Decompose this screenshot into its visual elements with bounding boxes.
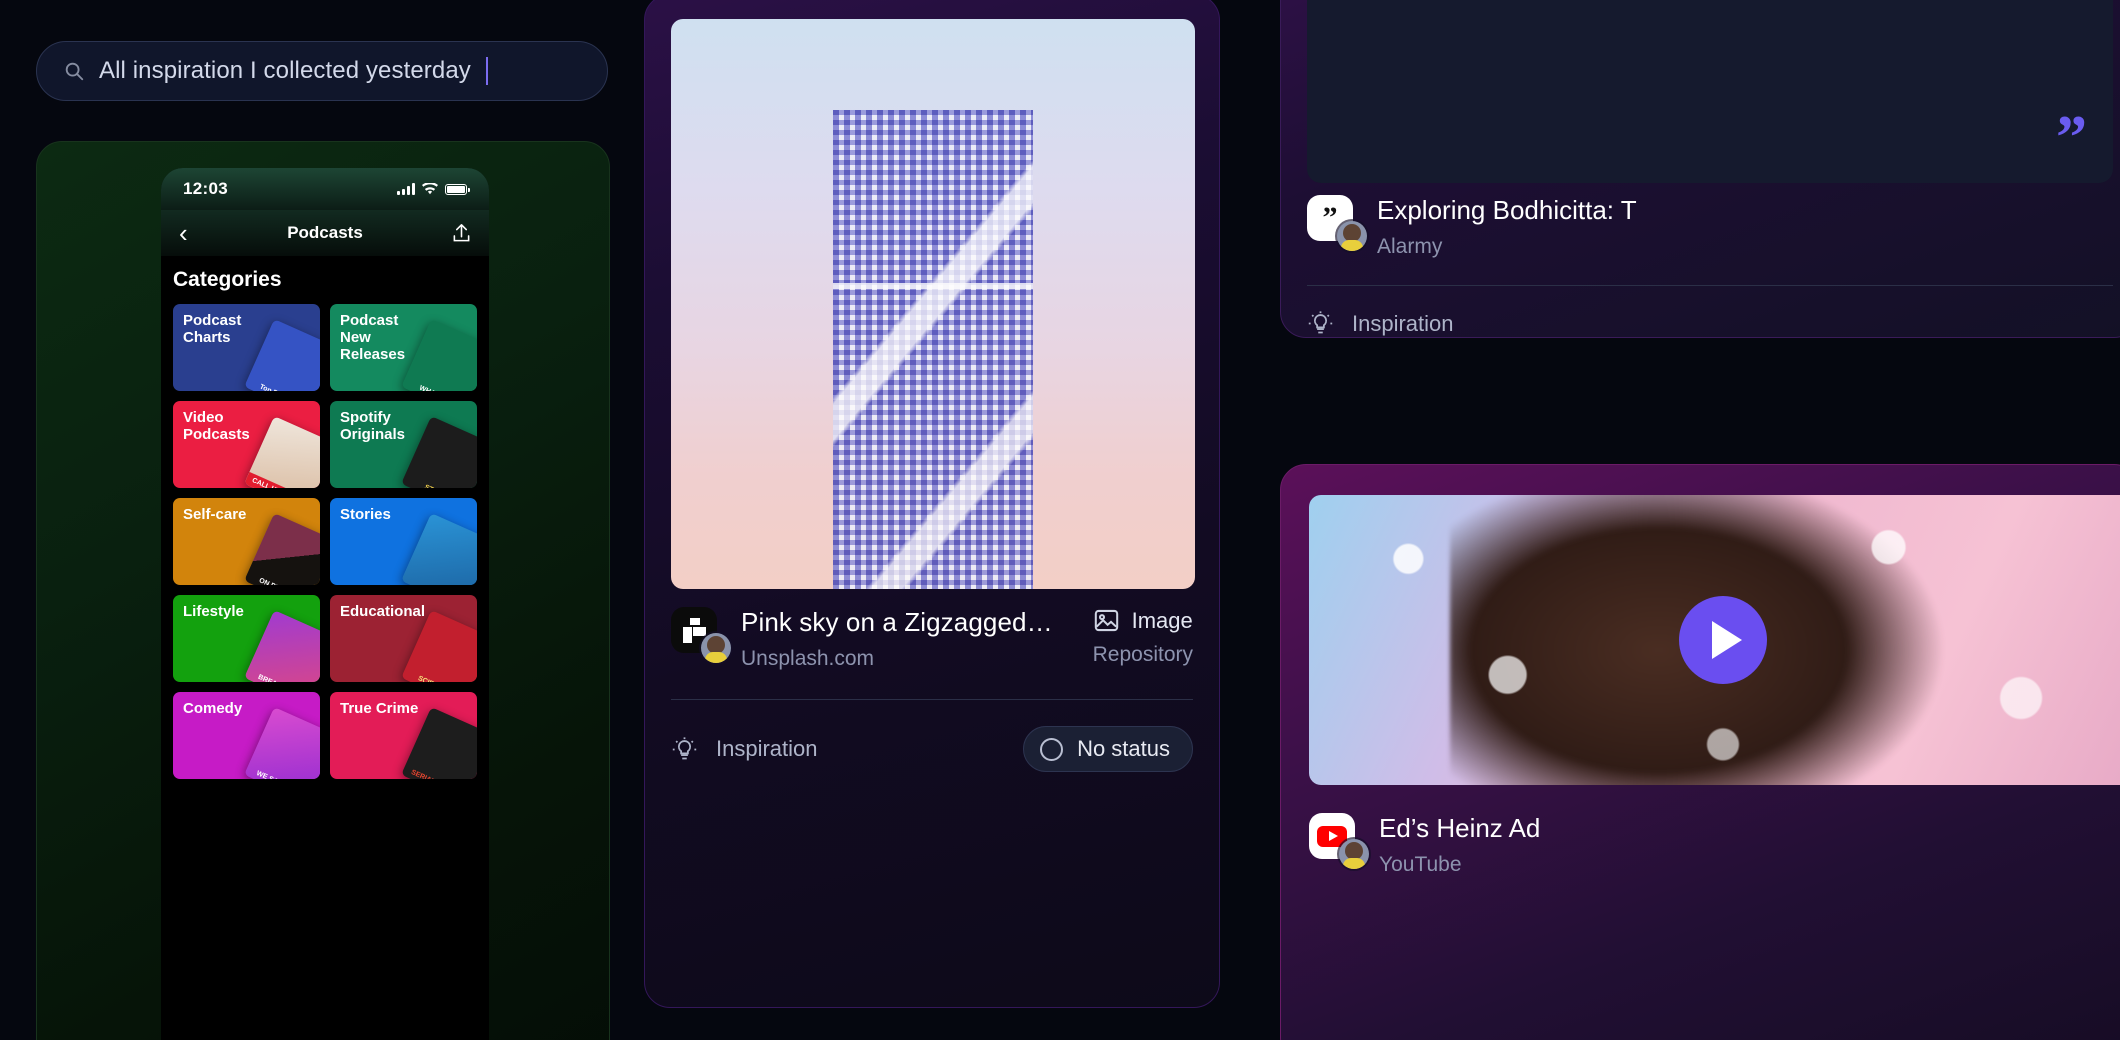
card-tag-label: Inspiration — [716, 736, 818, 761]
quote-block: you all to come to my b bigger thought t… — [1307, 0, 2113, 183]
card-type: Image Repository — [1077, 607, 1193, 667]
category-label: Spotify Originals — [340, 409, 406, 443]
text-caret — [485, 57, 488, 85]
divider — [1307, 285, 2113, 286]
artwork-caption: BREAK DOWN — [244, 666, 317, 682]
battery-icon — [445, 184, 470, 195]
card-source: Unsplash.com — [741, 647, 875, 670]
category-tile[interactable]: Podcast New Releases WHAT NOW — [330, 304, 477, 391]
artwork-caption — [401, 575, 471, 585]
phone-content: Categories Podcast Charts Top Podcasts P… — [161, 256, 489, 1040]
category-label: Comedy — [183, 700, 243, 717]
left-column: All inspiration I collected yesterday 12… — [0, 0, 628, 1040]
card-tag[interactable]: Inspiration — [671, 736, 818, 763]
category-artwork: WE SAID WHAT — [244, 707, 320, 779]
artwork-caption: CALL HER DADDY — [244, 471, 318, 488]
signal-icon — [397, 183, 415, 195]
card-title: Ed’s Heinz Ad — [1379, 813, 1541, 843]
status-time: 12:03 — [183, 179, 228, 198]
artwork-caption: ON PURPOSE — [244, 569, 317, 585]
artwork-caption: WHAT NOW — [401, 375, 474, 391]
category-tile[interactable]: Self-care ON PURPOSE — [173, 498, 320, 585]
card-youtube-video[interactable]: Ed’s Heinz Ad YouTube — [1280, 464, 2120, 1040]
card-spotify-podcasts[interactable]: 12:03 ‹ Podcasts Categories Podcast Char… — [36, 141, 610, 1040]
phone-status-bar: 12:03 — [161, 168, 489, 210]
status-badge[interactable]: No status — [1023, 726, 1193, 772]
skyscraper-photo — [671, 19, 1195, 589]
card-image[interactable] — [671, 19, 1195, 589]
app-canvas: All inspiration I collected yesterday 12… — [0, 0, 2120, 1040]
card-tag[interactable]: Inspiration — [1307, 310, 2113, 337]
card-source: YouTube — [1379, 853, 1462, 876]
artwork-caption: Top Podcasts — [244, 375, 317, 391]
card-metadata: ” Exploring Bodhicitta: T Alarmy Inspira… — [1307, 195, 2113, 337]
category-label: Podcast New Releases — [340, 312, 406, 363]
artwork-caption: STOLEN — [401, 472, 474, 488]
category-tile[interactable]: Podcast Charts Top Podcasts — [173, 304, 320, 391]
video-thumbnail[interactable] — [1309, 495, 2120, 785]
image-icon — [1094, 609, 1118, 632]
artwork-caption: SCIENCE VS — [401, 666, 474, 682]
lightbulb-icon — [672, 736, 697, 759]
source-identity — [671, 607, 731, 663]
skyscraper-shape — [833, 110, 1033, 589]
category-label: Self-care — [183, 506, 247, 523]
category-label: True Crime — [340, 700, 419, 717]
card-tag-label: Inspiration — [1352, 310, 1454, 336]
phone-nav-bar: ‹ Podcasts — [161, 210, 489, 256]
card-metadata: Pink sky on a Zigzagged Skyscr... Unspla… — [671, 607, 1193, 772]
source-identity: ” — [1307, 195, 1367, 251]
category-grid: Podcast Charts Top Podcasts Podcast New … — [173, 304, 477, 779]
source-identity — [1309, 813, 1369, 869]
quote-text: you all to come to my b bigger thought t… — [1337, 0, 2083, 1]
user-avatar — [1339, 839, 1369, 869]
category-artwork: BREAK DOWN — [244, 610, 320, 682]
search-input[interactable]: All inspiration I collected yesterday — [36, 41, 608, 101]
card-title: Pink sky on a Zigzagged Skyscr... — [741, 607, 1059, 637]
status-label: No status — [1077, 736, 1170, 761]
categories-heading: Categories — [173, 268, 282, 291]
category-artwork: SCIENCE VS — [401, 610, 477, 682]
search-value: All inspiration I collected yesterday — [99, 57, 471, 84]
card-source: Alarmy — [1377, 235, 1443, 258]
category-tile[interactable]: True Crime SERIAL KILLERS — [330, 692, 477, 779]
category-tile[interactable]: Lifestyle BREAK DOWN — [173, 595, 320, 682]
circle-icon — [1040, 737, 1064, 761]
search-icon — [65, 62, 84, 81]
card-bodhicitta-quote[interactable]: you all to come to my b bigger thought t… — [1280, 0, 2120, 338]
quote-mark-icon: ” — [2056, 104, 2087, 172]
category-tile[interactable]: Video Podcasts CALL HER DADDY — [173, 401, 320, 488]
right-column: you all to come to my b bigger thought t… — [1252, 0, 2120, 1040]
card-type-sub: Repository — [1092, 643, 1193, 666]
artwork-caption: SERIAL KILLERS — [401, 763, 474, 779]
category-label: Podcast Charts — [183, 312, 242, 346]
category-label: Educational — [340, 603, 426, 620]
play-icon — [1712, 621, 1742, 659]
phone-mockup: 12:03 ‹ Podcasts Categories Podcast Char… — [161, 168, 489, 1040]
card-type-label: Image — [1131, 607, 1193, 633]
category-tile[interactable]: Comedy WE SAID WHAT — [173, 692, 320, 779]
category-label: Stories — [340, 506, 391, 523]
wifi-icon — [422, 183, 438, 195]
category-label: Lifestyle — [183, 603, 244, 620]
category-tile[interactable]: Stories — [330, 498, 477, 585]
category-tile[interactable]: Educational SCIENCE VS — [330, 595, 477, 682]
card-unsplash-image[interactable]: Pink sky on a Zigzagged Skyscr... Unspla… — [644, 0, 1220, 1008]
artwork-caption: WE SAID WHAT — [244, 763, 317, 779]
play-button[interactable] — [1679, 596, 1767, 684]
card-metadata: Ed’s Heinz Ad YouTube — [1309, 813, 2111, 877]
category-label: Video Podcasts — [183, 409, 250, 443]
user-avatar — [701, 633, 731, 663]
lightbulb-icon — [1308, 311, 1333, 334]
category-artwork: SERIAL KILLERS — [401, 707, 477, 779]
user-avatar — [1337, 221, 1367, 251]
category-artwork — [401, 513, 477, 585]
category-artwork: ON PURPOSE — [244, 513, 320, 585]
category-tile[interactable]: Spotify Originals STOLEN — [330, 401, 477, 488]
status-icons — [397, 183, 470, 195]
phone-nav-title: Podcasts — [287, 223, 363, 242]
card-title: Exploring Bodhicitta: T — [1377, 195, 1637, 225]
divider — [671, 699, 1193, 700]
